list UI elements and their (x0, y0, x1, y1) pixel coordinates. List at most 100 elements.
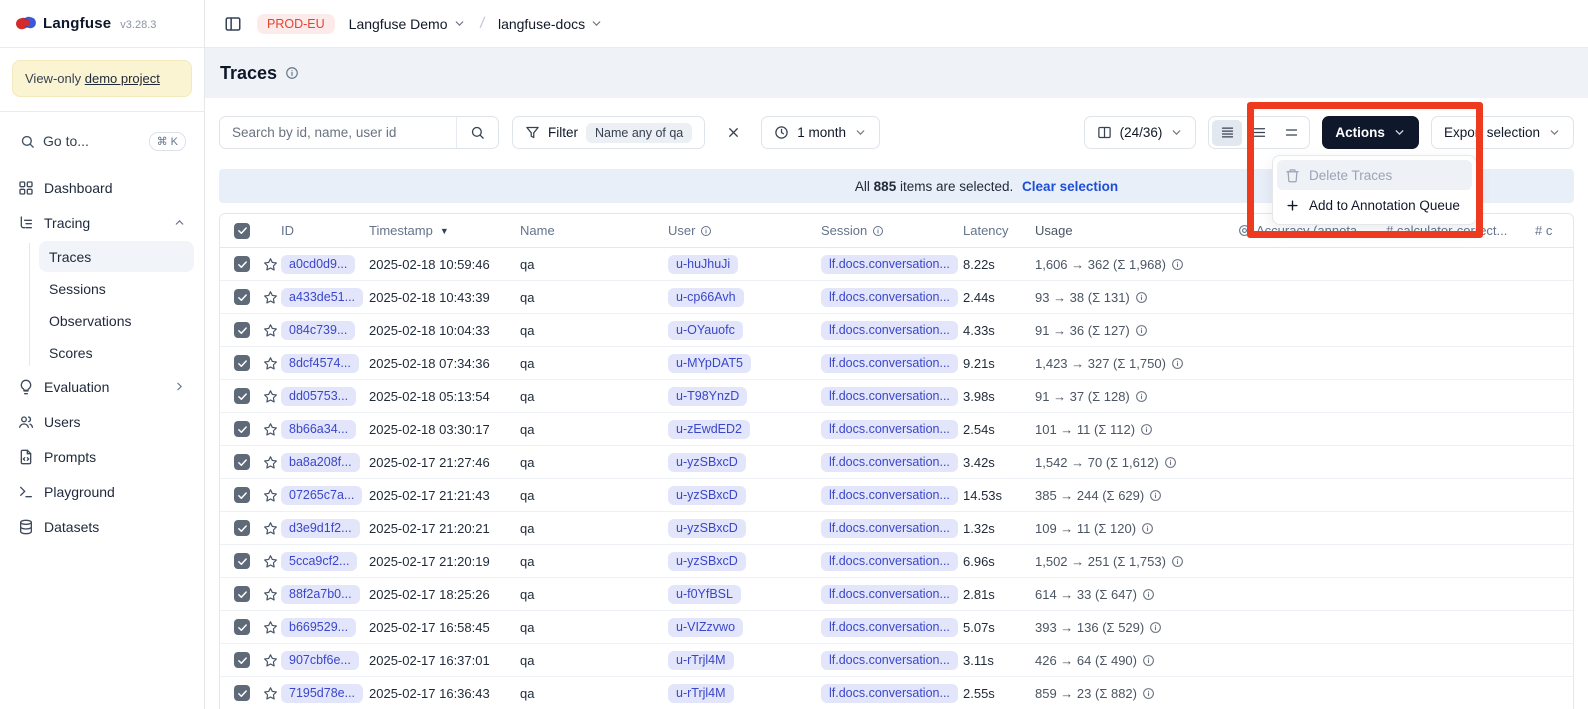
user-id-badge[interactable]: u-rTrjl4M (668, 684, 734, 703)
select-all-checkbox[interactable] (234, 223, 250, 239)
info-icon[interactable] (1140, 423, 1153, 436)
table-row[interactable]: 07265c7a... 2025-02-17 21:21:43 qa u-yzS… (220, 479, 1573, 512)
info-icon[interactable] (1142, 588, 1155, 601)
session-id-badge[interactable]: lf.docs.conversation... (821, 585, 958, 604)
table-row[interactable]: b669529... 2025-02-17 16:58:45 qa u-VIZz… (220, 611, 1573, 644)
row-height-small-button[interactable] (1212, 120, 1242, 146)
table-row[interactable]: d3e9d1f2... 2025-02-17 21:20:21 qa u-yzS… (220, 512, 1573, 545)
user-id-badge[interactable]: u-yzSBxcD (668, 486, 746, 505)
trace-id-badge[interactable]: dd05753... (281, 387, 356, 406)
star-bookmark-icon[interactable] (263, 521, 278, 536)
session-id-badge[interactable]: lf.docs.conversation... (821, 552, 958, 571)
table-row[interactable]: 7195d78e... 2025-02-17 16:36:43 qa u-rTr… (220, 677, 1573, 709)
session-id-badge[interactable]: lf.docs.conversation... (821, 618, 958, 637)
session-id-badge[interactable]: lf.docs.conversation... (821, 321, 958, 340)
star-bookmark-icon[interactable] (263, 389, 278, 404)
session-id-badge[interactable]: lf.docs.conversation... (821, 288, 958, 307)
demo-project-link[interactable]: demo project (85, 71, 160, 86)
session-id-badge[interactable]: lf.docs.conversation... (821, 354, 958, 373)
column-header-id[interactable]: ID (281, 223, 369, 238)
trace-id-badge[interactable]: 5cca9cf2... (281, 552, 357, 571)
info-icon[interactable] (1149, 621, 1162, 634)
column-header-calculator-correct[interactable]: # calculator-correct... (1386, 223, 1535, 238)
row-checkbox[interactable] (234, 355, 250, 371)
info-icon[interactable] (1164, 456, 1177, 469)
row-checkbox[interactable] (234, 421, 250, 437)
actions-button[interactable]: Actions (1322, 116, 1419, 149)
sidebar-item-dashboard[interactable]: Dashboard (10, 170, 194, 205)
row-checkbox[interactable] (234, 652, 250, 668)
table-row[interactable]: 907cbf6e... 2025-02-17 16:37:01 qa u-rTr… (220, 644, 1573, 677)
trace-id-badge[interactable]: 07265c7a... (281, 486, 362, 505)
project-selector[interactable]: langfuse-docs (494, 12, 607, 36)
user-id-badge[interactable]: u-cp66Avh (668, 288, 744, 307)
trace-id-badge[interactable]: ba8a208f... (281, 453, 360, 472)
row-checkbox[interactable] (234, 685, 250, 701)
table-row[interactable]: a0cd0d9... 2025-02-18 10:59:46 qa u-huJh… (220, 248, 1573, 281)
session-id-badge[interactable]: lf.docs.conversation... (821, 387, 958, 406)
star-bookmark-icon[interactable] (263, 356, 278, 371)
info-icon[interactable] (1135, 390, 1148, 403)
user-id-badge[interactable]: u-rTrjl4M (668, 651, 734, 670)
user-id-badge[interactable]: u-f0YfBSL (668, 585, 741, 604)
sidebar-item-datasets[interactable]: Datasets (10, 509, 194, 544)
star-bookmark-icon[interactable] (263, 620, 278, 635)
trace-id-badge[interactable]: b669529... (281, 618, 356, 637)
star-bookmark-icon[interactable] (263, 488, 278, 503)
sidebar-item-tracing[interactable]: Tracing (10, 205, 194, 240)
star-bookmark-icon[interactable] (263, 257, 278, 272)
star-bookmark-icon[interactable] (263, 455, 278, 470)
column-header-accuracy[interactable]: Accuracy (annota... (1238, 223, 1386, 238)
table-row[interactable]: 5cca9cf2... 2025-02-17 21:20:19 qa u-yzS… (220, 545, 1573, 578)
sidebar-item-prompts[interactable]: Prompts (10, 439, 194, 474)
goto-search[interactable]: Go to... ⌘ K (10, 124, 194, 158)
info-icon[interactable] (1171, 555, 1184, 568)
sidebar-item-scores[interactable]: Scores (39, 337, 194, 368)
sidebar-item-sessions[interactable]: Sessions (39, 273, 194, 304)
trace-id-badge[interactable]: a0cd0d9... (281, 255, 355, 274)
info-icon[interactable] (1141, 522, 1154, 535)
row-checkbox[interactable] (234, 388, 250, 404)
star-bookmark-icon[interactable] (263, 554, 278, 569)
star-bookmark-icon[interactable] (263, 422, 278, 437)
trace-id-badge[interactable]: 084c739... (281, 321, 355, 340)
info-icon[interactable] (285, 66, 299, 80)
row-height-large-button[interactable] (1276, 120, 1306, 146)
row-checkbox[interactable] (234, 289, 250, 305)
row-checkbox[interactable] (234, 619, 250, 635)
user-id-badge[interactable]: u-yzSBxcD (668, 519, 746, 538)
sidebar-item-users[interactable]: Users (10, 404, 194, 439)
row-checkbox[interactable] (234, 487, 250, 503)
trace-id-badge[interactable]: 7195d78e... (281, 684, 363, 703)
column-header-timestamp[interactable]: Timestamp▼ (369, 223, 520, 238)
row-checkbox[interactable] (234, 586, 250, 602)
star-bookmark-icon[interactable] (263, 653, 278, 668)
trace-id-badge[interactable]: 8dcf4574... (281, 354, 359, 373)
table-row[interactable]: 88f2a7b0... 2025-02-17 18:25:26 qa u-f0Y… (220, 578, 1573, 611)
user-id-badge[interactable]: u-MYpDAT5 (668, 354, 751, 373)
sidebar-item-playground[interactable]: Playground (10, 474, 194, 509)
trace-id-badge[interactable]: a433de51... (281, 288, 363, 307)
row-checkbox[interactable] (234, 256, 250, 272)
info-icon[interactable] (1135, 324, 1148, 337)
trace-id-badge[interactable]: 8b66a34... (281, 420, 356, 439)
user-id-badge[interactable]: u-yzSBxcD (668, 552, 746, 571)
star-bookmark-icon[interactable] (263, 587, 278, 602)
menu-item-delete-traces[interactable]: Delete Traces (1277, 160, 1472, 190)
org-selector[interactable]: Langfuse Demo (345, 12, 470, 36)
session-id-badge[interactable]: lf.docs.conversation... (821, 651, 958, 670)
user-id-badge[interactable]: u-T98YnzD (668, 387, 747, 406)
column-header-name[interactable]: Name (520, 223, 668, 238)
table-row[interactable]: 8b66a34... 2025-02-18 03:30:17 qa u-zEwd… (220, 413, 1573, 446)
row-checkbox[interactable] (234, 454, 250, 470)
column-header-latency[interactable]: Latency (963, 223, 1035, 238)
info-icon[interactable] (1149, 489, 1162, 502)
table-row[interactable]: 084c739... 2025-02-18 10:04:33 qa u-OYau… (220, 314, 1573, 347)
filter-button[interactable]: Filter Name any of qa (512, 116, 705, 149)
table-row[interactable]: ba8a208f... 2025-02-17 21:27:46 qa u-yzS… (220, 446, 1573, 479)
search-submit-button[interactable] (456, 117, 498, 148)
row-checkbox[interactable] (234, 322, 250, 338)
user-id-badge[interactable]: u-OYauofc (668, 321, 743, 340)
sidebar-toggle-button[interactable] (219, 10, 247, 38)
trace-id-badge[interactable]: 907cbf6e... (281, 651, 359, 670)
